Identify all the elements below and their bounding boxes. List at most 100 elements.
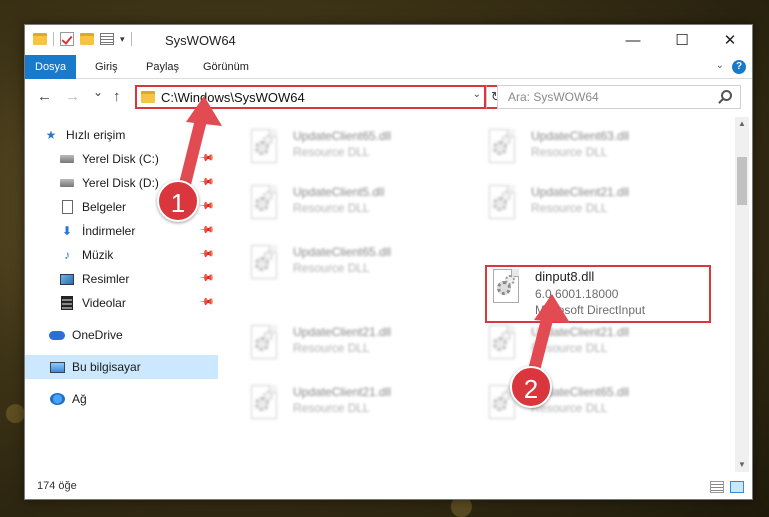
dll-file-icon (247, 129, 281, 171)
explorer-window: ▾ SysWOW64 — ☐ ✕ Dosya Giriş Paylaş Görü… (24, 24, 753, 500)
file-list: UpdateClient65.dll Resource DLL UpdateCl… (225, 117, 735, 472)
sidebar-item-label: Ağ (72, 392, 87, 406)
dll-file-icon (247, 325, 281, 367)
file-description: Resource DLL (293, 341, 370, 355)
maximize-button[interactable]: ☐ (659, 25, 705, 55)
properties-check-icon[interactable] (60, 32, 74, 46)
file-name: UpdateClient5.dll (293, 185, 385, 199)
sidebar-item-music[interactable]: ♪ Müzik 📌 (25, 243, 218, 267)
videos-icon (59, 296, 75, 310)
file-item[interactable]: UpdateClient65.dll Resource DLL (247, 243, 467, 293)
scroll-down-arrow-icon[interactable]: ▼ (735, 458, 749, 472)
file-item[interactable]: UpdateClient21.dll Resource DLL (485, 323, 705, 373)
file-item[interactable]: UpdateClient21.dll Resource DLL (247, 383, 467, 433)
navigation-bar: ← → ⌄ ↑ C:\Windows\SysWOW64 ⌄ ↻ Ara: Sys… (25, 80, 752, 114)
address-dropdown-chevron-icon[interactable]: ⌄ (473, 89, 481, 100)
file-description: Resource DLL (293, 401, 370, 415)
sidebar-item-quick-access[interactable]: ★ Hızlı erişim (25, 123, 218, 147)
dll-file-icon (247, 385, 281, 427)
navigation-pane: ★ Hızlı erişim Yerel Disk (C:) 📌 Yerel D… (25, 117, 225, 472)
sidebar-item-label: Bu bilgisayar (72, 360, 141, 374)
help-icon[interactable]: ? (732, 60, 746, 74)
minimize-button[interactable]: — (610, 25, 656, 55)
scroll-up-arrow-icon[interactable]: ▲ (735, 117, 749, 131)
star-icon: ★ (45, 128, 57, 142)
large-icons-view-icon[interactable] (730, 481, 744, 493)
pin-icon[interactable]: 📌 (197, 222, 214, 239)
vertical-scrollbar[interactable]: ▲ ▼ (735, 117, 749, 472)
file-item[interactable]: UpdateClient65.dll Resource DLL (247, 127, 467, 177)
sidebar-item-local-disk-c[interactable]: Yerel Disk (C:) 📌 (25, 147, 218, 171)
file-name: UpdateClient21.dll (531, 325, 630, 339)
folder-icon (33, 33, 47, 45)
address-bar[interactable]: C:\Windows\SysWOW64 ⌄ (135, 85, 486, 109)
status-bar: 174 öğe (25, 475, 752, 499)
sidebar-item-label: Müzik (82, 248, 114, 262)
sidebar-item-label: Yerel Disk (D:) (82, 176, 159, 190)
music-icon: ♪ (64, 248, 70, 262)
sidebar-item-pictures[interactable]: Resimler 📌 (25, 267, 218, 291)
new-folder-icon[interactable] (80, 33, 94, 45)
file-item[interactable]: UpdateClient63.dll Resource DLL (485, 127, 705, 177)
file-name: UpdateClient65.dll (293, 129, 392, 143)
cloud-icon (49, 328, 65, 342)
item-count: 174 öğe (37, 480, 77, 492)
tab-home[interactable]: Giriş (95, 55, 118, 79)
back-button[interactable]: ← (37, 88, 52, 105)
folder-icon (141, 91, 155, 103)
file-description: Resource DLL (293, 261, 370, 275)
search-placeholder: Ara: SysWOW64 (508, 90, 599, 104)
close-button[interactable]: ✕ (707, 25, 752, 55)
file-description: Resource DLL (293, 145, 370, 159)
sidebar-item-label: Yerel Disk (C:) (82, 152, 159, 166)
sidebar-item-label: Belgeler (82, 200, 127, 214)
quick-access-toolbar: ▾ (33, 32, 132, 46)
file-item-dinput8[interactable]: dinput8.dll 6.0.6001.18000 Microsoft Dir… (489, 267, 709, 317)
file-item[interactable]: UpdateClient21.dll Resource DLL (485, 183, 705, 233)
file-description: Resource DLL (531, 201, 608, 215)
sidebar-item-label: Hızlı erişim (66, 128, 126, 142)
up-button[interactable]: ↑ (113, 88, 121, 105)
ribbon-tabs: Dosya Giriş Paylaş Görünüm ⌄ ? (25, 55, 752, 79)
tab-file[interactable]: Dosya (25, 55, 77, 79)
file-item[interactable]: UpdateClient5.dll Resource DLL (247, 183, 467, 233)
pin-icon[interactable]: 📌 (197, 198, 214, 215)
search-box[interactable]: Ara: SysWOW64 (497, 85, 741, 109)
pin-icon[interactable]: 📌 (197, 246, 214, 263)
file-description: Resource DLL (531, 341, 608, 355)
sidebar-item-network[interactable]: Ağ (25, 387, 218, 411)
drive-icon (59, 152, 75, 166)
dll-file-icon (247, 185, 281, 227)
search-icon[interactable] (721, 90, 732, 101)
tab-share[interactable]: Paylaş (146, 55, 179, 79)
file-name: UpdateClient63.dll (531, 129, 630, 143)
sidebar-item-onedrive[interactable]: OneDrive (25, 323, 218, 347)
tab-view[interactable]: Görünüm (203, 55, 249, 79)
file-name: UpdateClient21.dll (293, 385, 392, 399)
file-item[interactable]: UpdateClient21.dll Resource DLL (247, 323, 467, 373)
pin-icon[interactable]: 📌 (197, 270, 214, 287)
file-description: Resource DLL (531, 145, 608, 159)
sidebar-item-label: İndirmeler (82, 224, 136, 238)
sidebar-item-videos[interactable]: Videolar 📌 (25, 291, 218, 315)
properties-icon[interactable] (100, 33, 114, 45)
sidebar-item-downloads[interactable]: ⬇ İndirmeler 📌 (25, 219, 218, 243)
details-view-icon[interactable] (710, 481, 724, 493)
sidebar-item-label: OneDrive (72, 328, 123, 342)
recent-locations-button[interactable]: ⌄ (93, 85, 103, 99)
toolbar-separator (130, 32, 132, 46)
forward-button[interactable]: → (65, 88, 80, 105)
pin-icon[interactable]: 📌 (197, 294, 214, 311)
annotation-badge-2: 2 (510, 366, 552, 408)
dll-file-icon (485, 185, 519, 227)
pin-icon[interactable]: 📌 (197, 174, 214, 191)
sidebar-item-this-pc[interactable]: Bu bilgisayar (25, 355, 218, 379)
scroll-thumb[interactable] (737, 157, 747, 205)
file-name: UpdateClient21.dll (293, 325, 392, 339)
dll-file-icon (485, 325, 519, 367)
expand-ribbon-chevron-icon[interactable]: ⌄ (716, 60, 724, 71)
computer-icon (49, 360, 65, 374)
pin-icon[interactable]: 📌 (197, 150, 214, 167)
sidebar-item-label: Videolar (82, 296, 126, 310)
customize-toolbar-arrow-icon[interactable]: ▾ (120, 34, 125, 45)
